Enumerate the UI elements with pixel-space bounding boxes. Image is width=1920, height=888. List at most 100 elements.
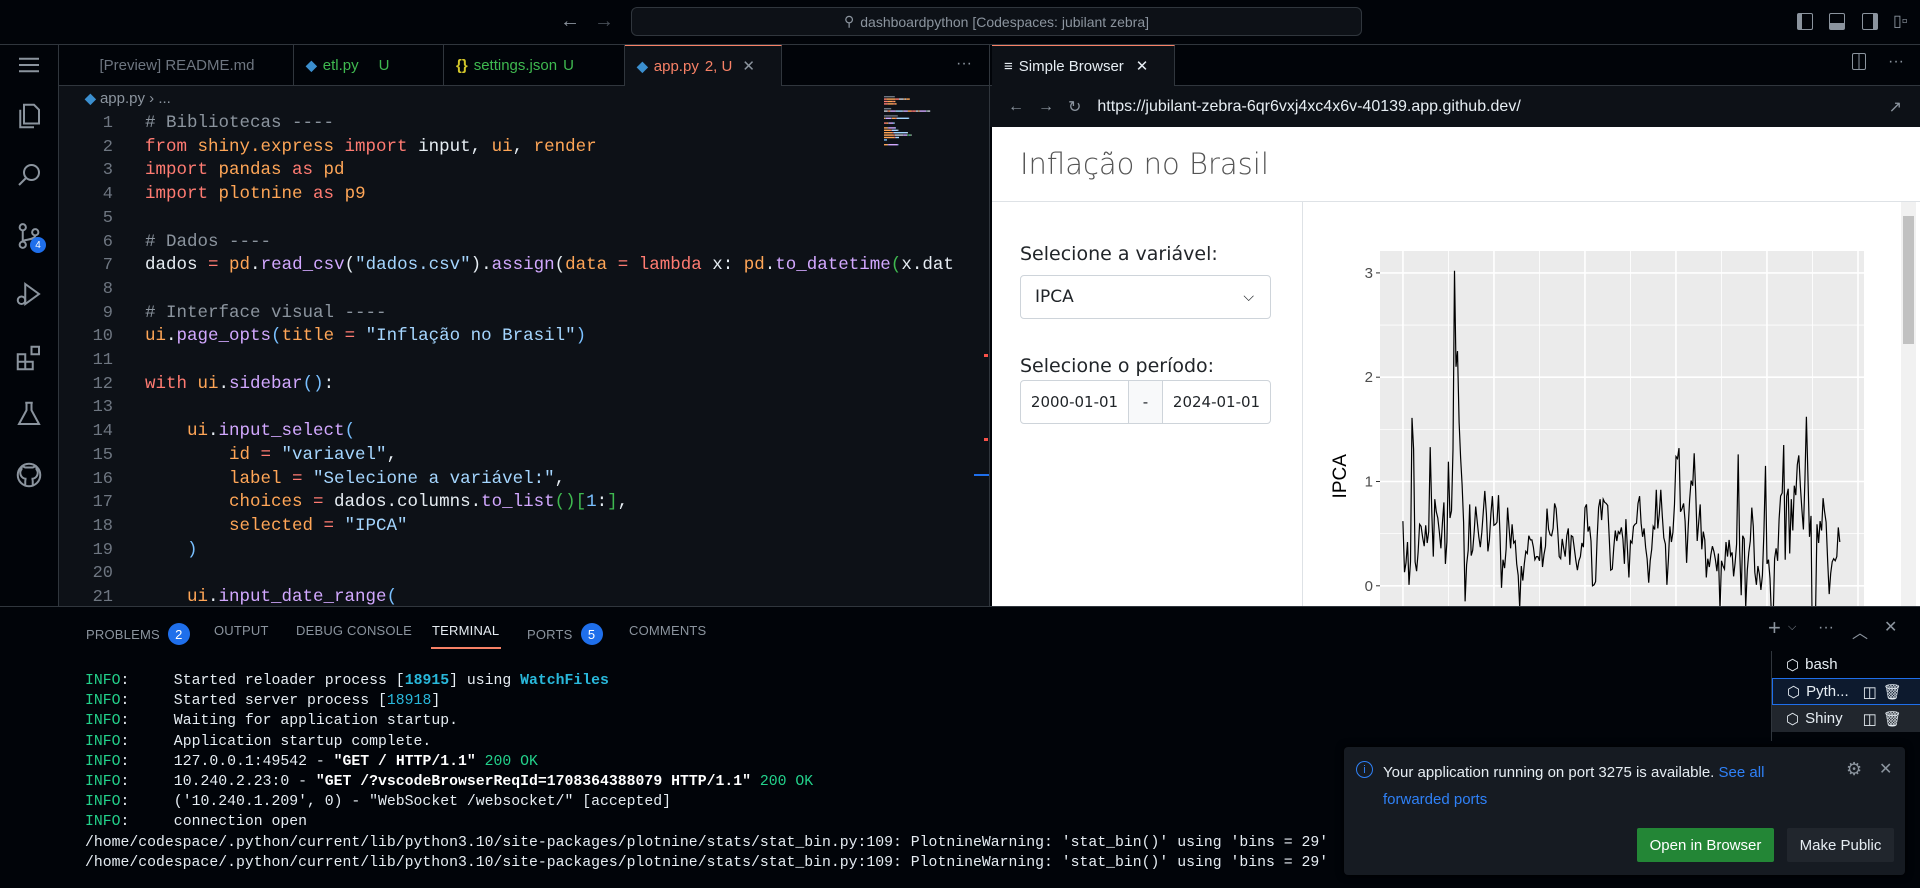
- extensions-icon[interactable]: [14, 343, 44, 373]
- url-input[interactable]: https://jubilant-zebra-6qr6vxj4xc4x6v-40…: [1097, 98, 1520, 116]
- variable-label: Selecione a variável:: [1020, 243, 1218, 265]
- forward-arrow-icon[interactable]: →: [594, 10, 614, 33]
- make-public-button[interactable]: Make Public: [1787, 828, 1894, 862]
- terminal-token: : 127.0.0.1:49542 -: [120, 753, 334, 770]
- split-terminal-icon[interactable]: ◫: [1863, 710, 1877, 728]
- search-icon[interactable]: [14, 160, 44, 190]
- tab-readme-preview[interactable]: [Preview] README.md: [61, 45, 294, 86]
- more-actions-icon[interactable]: ···: [1818, 619, 1834, 637]
- error-marker: [984, 438, 988, 441]
- minimap-token: [897, 144, 899, 146]
- code-line[interactable]: selected = "IPCA": [145, 516, 408, 536]
- code-line[interactable]: label = "Selecione a variável:",: [145, 469, 565, 489]
- code-token: id: [145, 444, 261, 465]
- back-arrow-icon[interactable]: ←: [560, 10, 580, 33]
- close-tab-icon[interactable]: ✕: [1136, 57, 1149, 75]
- code-line[interactable]: id = "variavel",: [145, 445, 397, 465]
- tab-simple-browser[interactable]: ≡ Simple Browser ✕: [992, 45, 1175, 86]
- reload-icon[interactable]: ↻: [1068, 97, 1081, 117]
- code-line[interactable]: # Interface visual ----: [145, 303, 387, 323]
- minimap-token: [894, 122, 895, 124]
- tab-label: Simple Browser: [1018, 57, 1124, 75]
- command-center-search[interactable]: ⚲ dashboardpython [Codespaces: jubilant …: [631, 7, 1362, 36]
- close-tab-icon[interactable]: ✕: [742, 57, 755, 75]
- toggle-primary-sidebar-icon[interactable]: [1797, 13, 1813, 30]
- minimap-token: [911, 110, 913, 112]
- code-line[interactable]: import pandas as pd: [145, 160, 345, 180]
- minimap-token: [919, 110, 920, 112]
- code-token: shiny.express: [187, 136, 345, 157]
- chevron-right-icon: ›: [149, 90, 159, 107]
- source-control-icon[interactable]: 4: [14, 221, 46, 253]
- close-panel-icon[interactable]: ✕: [1884, 617, 1897, 637]
- code-line[interactable]: # Dados ----: [145, 232, 271, 252]
- terminal-token: : ('10.240.1.209', 0) - "WebSocket /webs…: [120, 794, 672, 811]
- more-actions-icon[interactable]: ···: [1888, 53, 1904, 71]
- toggle-panel-icon[interactable]: [1829, 13, 1845, 30]
- explorer-icon[interactable]: [14, 101, 44, 131]
- code-line[interactable]: ui.input_select(: [145, 421, 355, 441]
- browser-forward-icon[interactable]: →: [1038, 98, 1054, 116]
- date-end-input[interactable]: 2024-01-01: [1163, 381, 1270, 423]
- code-token: ,: [617, 492, 629, 513]
- minimap-token: [886, 98, 896, 100]
- maximize-panel-icon[interactable]: ︿: [1852, 619, 1868, 643]
- code-line[interactable]: # Bibliotecas ----: [145, 113, 334, 133]
- browser-back-icon[interactable]: ←: [1008, 98, 1024, 116]
- terminal-token: 200 OK: [751, 774, 814, 790]
- page-scrollbar[interactable]: [1901, 202, 1916, 606]
- code-line[interactable]: import plotnine as p9: [145, 184, 366, 204]
- tab-settings-json[interactable]: {} settings.json U: [444, 45, 625, 86]
- trash-icon[interactable]: 🗑: [1883, 710, 1902, 728]
- terminal-item-bash[interactable]: ⬡ bash: [1772, 651, 1920, 678]
- testing-flask-icon[interactable]: [14, 399, 44, 429]
- more-actions-icon[interactable]: ···: [956, 55, 972, 73]
- code-token: x:: [701, 255, 744, 276]
- code-line[interactable]: dados = pd.read_csv("dados.csv").assign(…: [145, 255, 954, 275]
- menu-icon[interactable]: [14, 50, 44, 80]
- code-line[interactable]: from shiny.express import input, ui, ren…: [145, 137, 597, 157]
- breadcrumb-file[interactable]: app.py: [100, 90, 145, 107]
- minimap-token: [897, 129, 899, 131]
- code-line[interactable]: ui.page_opts(title = "Inflação no Brasil…: [145, 326, 586, 346]
- open-in-browser-button[interactable]: Open in Browser: [1637, 828, 1774, 862]
- open-external-icon[interactable]: ↗: [1889, 97, 1902, 117]
- scrollbar-thumb[interactable]: [1903, 216, 1914, 344]
- code-line[interactable]: ): [145, 540, 198, 560]
- minimap[interactable]: [884, 96, 944, 216]
- editor-group-divider[interactable]: [989, 45, 990, 606]
- app-sidebar: Selecione a variável: IPCA ⌵ Selecione o…: [992, 202, 1303, 606]
- terminal-token: INFO: [85, 753, 121, 770]
- code-line[interactable]: ui.input_date_range(: [145, 587, 397, 606]
- code-token: ).: [470, 255, 492, 276]
- chevron-down-icon[interactable]: ⌵: [1788, 621, 1796, 634]
- code-token: ,: [512, 136, 534, 157]
- breadcrumb-symbols[interactable]: ...: [158, 90, 171, 107]
- tab-app-py[interactable]: ◆ app.py 2, U ✕: [625, 45, 782, 86]
- minimap-token: [884, 110, 888, 112]
- code-token: .: [218, 373, 230, 394]
- variable-select-value: IPCA: [1035, 287, 1074, 307]
- split-editor-icon[interactable]: [1852, 53, 1866, 70]
- github-icon[interactable]: [14, 460, 44, 490]
- variable-select[interactable]: IPCA ⌵: [1020, 275, 1271, 319]
- close-notification-icon[interactable]: ✕: [1879, 759, 1892, 779]
- source-control-badge: 4: [30, 237, 46, 253]
- line-number: 8: [102, 279, 113, 299]
- python-file-icon: ◆: [637, 57, 648, 74]
- notification-settings-gear-icon[interactable]: ⚙: [1846, 759, 1862, 780]
- tab-etl-py[interactable]: ◆ etl.py U: [294, 45, 444, 86]
- customize-layout-icon[interactable]: ▯▫: [1893, 11, 1907, 31]
- code-editor[interactable]: ◆ app.py › ... 1 # Bibliotecas ---- 2 from …: [59, 86, 990, 606]
- code-line[interactable]: with ui.sidebar():: [145, 374, 334, 394]
- date-start-input[interactable]: 2000-01-01: [1021, 381, 1128, 423]
- minimap-token: [907, 134, 909, 136]
- run-debug-icon[interactable]: [14, 279, 44, 309]
- toggle-secondary-sidebar-icon[interactable]: [1862, 13, 1878, 30]
- terminal-item-shiny[interactable]: ⬡ Shiny ◫ 🗑: [1772, 705, 1920, 732]
- terminal-item-python[interactable]: ⬡ Pyth... ◫ 🗑: [1772, 678, 1920, 705]
- code-line[interactable]: choices = dados.columns.to_list()[1:],: [145, 492, 628, 512]
- terminal-token: : Started reloader process [: [120, 673, 405, 689]
- split-terminal-icon[interactable]: ◫: [1863, 683, 1877, 701]
- trash-icon[interactable]: 🗑: [1883, 683, 1902, 701]
